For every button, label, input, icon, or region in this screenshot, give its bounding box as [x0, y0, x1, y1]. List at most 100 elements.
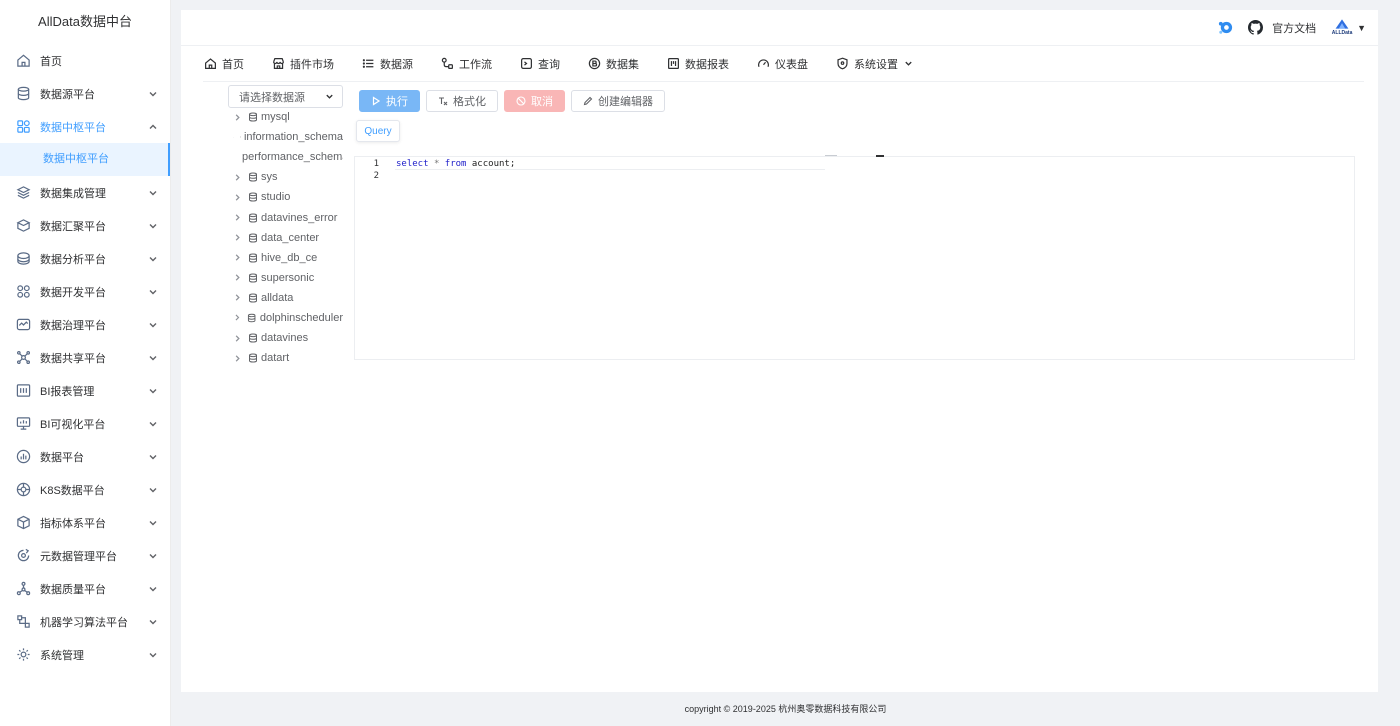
caret-right-icon[interactable]: [233, 253, 242, 262]
code-line: 1 select * from account;: [355, 158, 1354, 170]
tree-node-datavines-error[interactable]: datavines_error: [231, 207, 343, 227]
sidebar-item-label: 首页: [40, 55, 62, 68]
code-line: 2: [355, 170, 1354, 182]
edit-icon: [583, 96, 593, 106]
tree-node-performance-schema[interactable]: performance_schema: [231, 147, 343, 167]
caret-right-icon[interactable]: [233, 233, 242, 242]
format-button[interactable]: 格式化: [426, 90, 498, 112]
report-icon: [666, 57, 680, 71]
sidebar-item-metadata[interactable]: 元数据管理平台: [0, 539, 170, 572]
layers-icon: [16, 185, 31, 200]
sidebar-item-ml[interactable]: 机器学习算法平台: [0, 605, 170, 638]
sidebar-item-label: 数据集成管理: [40, 187, 106, 200]
sidebar-item-aggregation[interactable]: 数据汇聚平台: [0, 209, 170, 242]
sql-editor[interactable]: 1 select * from account; 2: [354, 155, 1355, 360]
chart-icon: [16, 449, 31, 464]
tree-node-datavines[interactable]: datavines: [231, 328, 343, 348]
nav-workflow[interactable]: 工作流: [440, 56, 492, 72]
sidebar-subitem-hub-platform[interactable]: 数据中枢平台: [0, 143, 170, 176]
sidebar-item-sharing[interactable]: 数据共享平台: [0, 341, 170, 374]
metadata-icon: [16, 548, 31, 563]
chevron-down-icon: [148, 485, 158, 495]
sidebar-item-governance[interactable]: 数据治理平台: [0, 308, 170, 341]
tree-node-label: performance_schema: [242, 151, 343, 164]
sidebar-item-development[interactable]: 数据开发平台: [0, 275, 170, 308]
nav-data-report[interactable]: 数据报表: [666, 56, 729, 72]
sidebar-item-analysis[interactable]: 数据分析平台: [0, 242, 170, 275]
sidebar-item-label: K8S数据平台: [40, 484, 105, 497]
database-icon: [240, 136, 241, 138]
sidebar-item-quality[interactable]: 数据质量平台: [0, 572, 170, 605]
create-editor-button[interactable]: 创建编辑器: [571, 90, 665, 112]
sidebar-item-home[interactable]: 首页: [0, 44, 170, 77]
nav-datasource[interactable]: 数据源: [361, 56, 413, 72]
chevron-down-icon: [148, 617, 158, 627]
sidebar-item-k8s[interactable]: K8S数据平台: [0, 473, 170, 506]
governance-icon: [16, 317, 31, 332]
tree-node-mysql[interactable]: mysql: [231, 107, 343, 127]
screen-monitor-icon[interactable]: [1216, 19, 1234, 37]
nav-query[interactable]: 查询: [519, 56, 560, 72]
caret-down-icon: ▼: [1357, 22, 1366, 33]
caret-right-icon[interactable]: [233, 173, 242, 182]
cancel-button[interactable]: 取消: [504, 90, 565, 112]
database-icon: [249, 253, 257, 263]
caret-right-icon[interactable]: [233, 334, 242, 343]
caret-right-icon[interactable]: [233, 313, 241, 322]
sidebar-item-bi-report[interactable]: BI报表管理: [0, 374, 170, 407]
sidebar-item-metrics[interactable]: 指标体系平台: [0, 506, 170, 539]
sidebar-item-integration[interactable]: 数据集成管理: [0, 176, 170, 209]
database-icon: [249, 192, 257, 202]
user-avatar-dropdown[interactable]: ALLData ▼: [1330, 18, 1366, 38]
run-button[interactable]: 执行: [359, 90, 420, 112]
caret-right-icon[interactable]: [233, 273, 242, 282]
official-docs-link[interactable]: 官方文档: [1272, 20, 1316, 36]
sidebar-item-bi-visual[interactable]: BI可视化平台: [0, 407, 170, 440]
stack-icon: [16, 218, 31, 233]
tree-node-label: mysql: [261, 111, 290, 124]
sidebar-item-label: BI报表管理: [40, 385, 95, 398]
caret-right-icon[interactable]: [233, 354, 242, 363]
tree-node-label: dolphinscheduler: [259, 311, 343, 324]
list-icon: [361, 57, 375, 71]
nav-dataset[interactable]: 数据集: [587, 56, 639, 72]
caret-right-icon[interactable]: [233, 213, 242, 222]
tree-node-data-center[interactable]: data_center: [231, 228, 343, 248]
tree-node-sys[interactable]: sys: [231, 167, 343, 187]
tab-query[interactable]: Query: [356, 120, 400, 142]
sidebar-item-hub-platform[interactable]: 数据中枢平台: [0, 110, 170, 143]
tree-node-supersonic[interactable]: supersonic: [231, 268, 343, 288]
nav-home[interactable]: 首页: [203, 56, 244, 72]
tree-node-information-schema[interactable]: information_schema: [231, 127, 343, 147]
sidebar-item-system[interactable]: 系统管理: [0, 638, 170, 671]
tree-node-dolphinscheduler[interactable]: dolphinscheduler: [231, 308, 343, 328]
github-icon[interactable]: [1246, 19, 1264, 37]
app-title: AllData数据中台: [38, 14, 132, 29]
nav-label: 数据集: [606, 58, 639, 71]
tree-node-alldata[interactable]: alldata: [231, 288, 343, 308]
tree-node-studio[interactable]: studio: [231, 187, 343, 207]
caret-right-icon[interactable]: [233, 193, 242, 202]
sidebar-item-label: 数据共享平台: [40, 352, 106, 365]
format-icon: [439, 97, 448, 106]
caret-right-icon[interactable]: [233, 113, 242, 122]
sidebar-item-data-platform[interactable]: 数据平台: [0, 440, 170, 473]
top-header: 官方文档 ALLData ▼: [181, 10, 1378, 46]
nav-system-settings[interactable]: 系统设置: [835, 56, 913, 72]
sidebar-item-datasource-platform[interactable]: 数据源平台: [0, 77, 170, 110]
play-icon: [372, 96, 381, 106]
nav-plugin-market[interactable]: 插件市场: [271, 56, 334, 72]
alldata-logo-text: ALLData: [1331, 29, 1353, 36]
datasource-select[interactable]: 请选择数据源: [228, 85, 343, 108]
nav-dashboard[interactable]: 仪表盘: [756, 56, 808, 72]
tree-node-hive-db-ce[interactable]: hive_db_ce: [231, 248, 343, 268]
chevron-down-icon: [148, 386, 158, 396]
sidebar-item-label: 数据中枢平台: [40, 121, 106, 134]
database-icon: [249, 213, 257, 223]
database-icon: [249, 273, 257, 283]
caret-right-icon[interactable]: [233, 133, 234, 142]
caret-right-icon[interactable]: [233, 293, 242, 302]
chevron-down-icon: [148, 353, 158, 363]
tree-node-datart[interactable]: datart: [231, 348, 343, 368]
nav-label: 插件市场: [290, 58, 334, 71]
